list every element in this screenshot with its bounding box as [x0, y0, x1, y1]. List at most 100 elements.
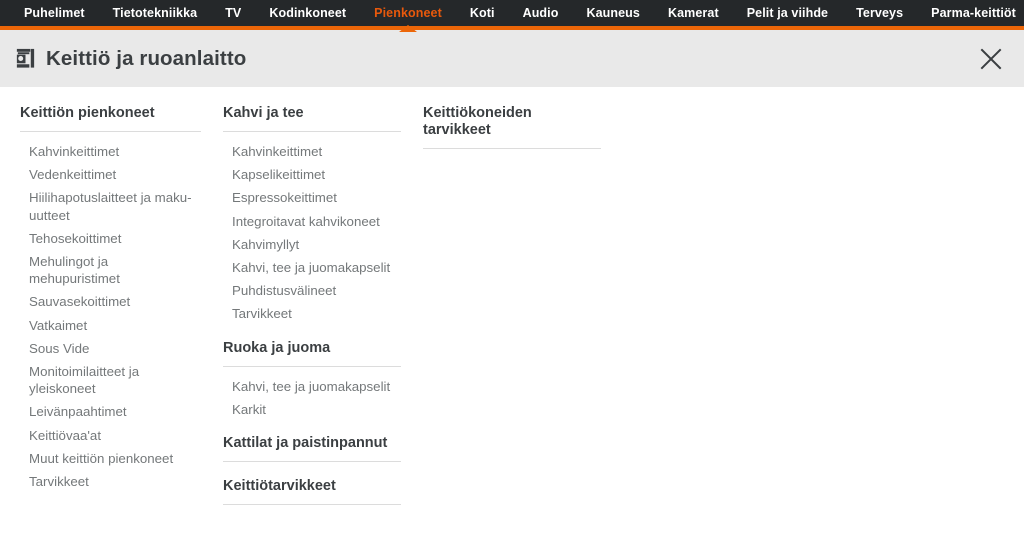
nav-item-label: Terveys — [856, 6, 904, 20]
menu-group: Kahvi ja tee Kahvinkeittimet Kapselikeitti… — [223, 105, 401, 326]
list-item: Mehulingot ja mehupuristimet — [29, 250, 201, 290]
menu-link[interactable]: Tehosekoittimet — [29, 227, 201, 250]
list-item: Monitoimilaitteet ja yleiskoneet — [29, 360, 201, 400]
menu-group-heading[interactable]: Keittiön pienkoneet — [20, 105, 201, 122]
list-item: Hiilihapotuslaitteet ja maku-uutteet — [29, 186, 201, 226]
nav-item-audio[interactable]: Audio — [509, 0, 573, 26]
nav-item-tv[interactable]: TV — [211, 0, 255, 26]
nav-item-label: Pienkoneet — [374, 6, 442, 20]
nav-item-kamerat[interactable]: Kamerat — [654, 0, 733, 26]
list-item: Keittiövaa'at — [29, 424, 201, 447]
list-item: Tarvikkeet — [29, 470, 201, 493]
nav-item-pelit-ja-viihde[interactable]: Pelit ja viihde — [733, 0, 842, 26]
top-navigation-bar: Puhelimet Tietotekniikka TV Kodinkoneet Pien… — [0, 0, 1024, 32]
menu-link[interactable]: Monitoimilaitteet ja yleiskoneet — [29, 360, 201, 400]
menu-link[interactable]: Kahvi, tee ja juomakapselit — [232, 256, 401, 279]
list-item: Karkit — [232, 398, 401, 421]
list-item: Kahvimyllyt — [232, 233, 401, 256]
menu-link[interactable]: Kahvi, tee ja juomakapselit — [232, 375, 401, 398]
menu-group-heading[interactable]: Keittiötarvikkeet — [223, 478, 401, 495]
list-item: Vedenkeittimet — [29, 163, 201, 186]
menu-link[interactable]: Kapselikeittimet — [232, 163, 401, 186]
nav-item-label: Pelit ja viihde — [746, 6, 829, 20]
menu-group-divider — [223, 131, 401, 132]
menu-link[interactable]: Tarvikkeet — [29, 470, 201, 493]
list-item: Leivänpaahtimet — [29, 400, 201, 423]
list-item: Kahvi, tee ja juomakapselit — [232, 375, 401, 398]
menu-group-divider — [223, 461, 401, 463]
menu-group-divider — [20, 131, 201, 132]
menu-link[interactable]: Tarvikkeet — [232, 302, 401, 325]
menu-link[interactable]: Mehulingot ja mehupuristimet — [29, 250, 201, 290]
menu-group-heading[interactable]: Keittiökoneiden tarvikkeet — [423, 105, 601, 139]
menu-column-3: Keittiökoneiden tarvikkeet — [415, 105, 615, 537]
close-icon — [980, 48, 1002, 69]
nav-item-label: Audio — [522, 6, 559, 20]
menu-group: Keittiötarvikkeet — [223, 478, 401, 506]
menu-link[interactable]: Vatkaimet — [29, 314, 201, 337]
menu-group-divider — [223, 365, 401, 367]
list-item: Tehosekoittimet — [29, 227, 201, 250]
menu-link[interactable]: Kahvinkeittimet — [232, 140, 401, 163]
menu-link-list: Kahvinkeittimet Kapselikeittimet Espressok… — [223, 140, 401, 326]
nav-item-tietotekniikka[interactable]: Tietotekniikka — [99, 0, 212, 26]
menu-link[interactable]: Leivänpaahtimet — [29, 400, 201, 423]
menu-link[interactable]: Muut keittiön pienkoneet — [29, 447, 201, 470]
menu-link[interactable]: Espressokeittimet — [232, 186, 401, 209]
list-item: Puhdistusvälineet — [232, 279, 401, 302]
active-nav-caret-icon — [399, 25, 418, 32]
menu-group-heading[interactable]: Kahvi ja tee — [223, 105, 401, 122]
nav-item-koti[interactable]: Koti — [456, 0, 509, 26]
menu-link-list: Kahvi, tee ja juomakapselit Karkit — [223, 375, 401, 421]
menu-group-divider — [223, 504, 401, 506]
close-button[interactable] — [974, 42, 1008, 76]
menu-group-heading[interactable]: Ruoka ja juoma — [223, 340, 401, 357]
list-item: Vatkaimet — [29, 314, 201, 337]
flyout-title-group: Keittiö ja ruoanlaitto — [14, 47, 246, 71]
nav-item-label: Tietotekniikka — [112, 6, 198, 20]
menu-link[interactable]: Sous Vide — [29, 337, 201, 360]
nav-item-terveys[interactable]: Terveys — [842, 0, 917, 26]
nav-item-parma-keittiöt[interactable]: Parma-keittiöt — [917, 0, 1024, 26]
list-item: Kapselikeittimet — [232, 163, 401, 186]
menu-column-2: Kahvi ja tee Kahvinkeittimet Kapselikeitti… — [215, 105, 415, 537]
menu-link[interactable]: Vedenkeittimet — [29, 163, 201, 186]
menu-link-list: Kahvinkeittimet Vedenkeittimet Hiilihapotu… — [20, 140, 201, 493]
menu-link[interactable]: Integroitavat kahvikoneet — [232, 210, 401, 233]
menu-group: Kattilat ja paistinpannut — [223, 435, 401, 463]
list-item: Muut keittiön pienkoneet — [29, 447, 201, 470]
menu-link[interactable]: Hiilihapotuslaitteet ja maku-uutteet — [29, 186, 201, 226]
nav-item-label: Parma-keittiöt — [931, 6, 1016, 20]
menu-group: Ruoka ja juoma Kahvi, tee ja juomakapseli… — [223, 340, 401, 421]
menu-link[interactable]: Karkit — [232, 398, 401, 421]
menu-link[interactable]: Kahvimyllyt — [232, 233, 401, 256]
menu-link[interactable]: Sauvasekoittimet — [29, 290, 201, 313]
menu-link[interactable]: Kahvinkeittimet — [29, 140, 201, 163]
nav-item-label: TV — [225, 6, 242, 20]
menu-group: Keittiökoneiden tarvikkeet — [423, 105, 601, 149]
list-item: Tarvikkeet — [232, 302, 401, 325]
menu-group-divider — [423, 148, 601, 149]
flyout-body: Keittiön pienkoneet Kahvinkeittimet Vedenk… — [0, 87, 1024, 537]
menu-group: Keittiön pienkoneet Kahvinkeittimet Vedenk… — [20, 105, 201, 493]
nav-item-label: Kamerat — [667, 6, 719, 20]
list-item: Integroitavat kahvikoneet — [232, 210, 401, 233]
page-title: Keittiö ja ruoanlaitto — [46, 46, 247, 70]
flyout-header: Keittiö ja ruoanlaitto — [0, 30, 1024, 87]
nav-item-kodinkoneet[interactable]: Kodinkoneet — [255, 0, 360, 26]
menu-group-heading[interactable]: Kattilat ja paistinpannut — [223, 435, 401, 452]
nav-item-label: Puhelimet — [24, 6, 85, 20]
nav-item-kauneus[interactable]: Kauneus — [572, 0, 654, 26]
menu-column-1: Keittiön pienkoneet Kahvinkeittimet Vedenk… — [0, 105, 215, 537]
nav-item-pienkoneet[interactable]: Pienkoneet — [360, 0, 456, 32]
list-item: Kahvinkeittimet — [29, 140, 201, 163]
menu-link[interactable]: Puhdistusvälineet — [232, 279, 401, 302]
nav-item-label: Koti — [469, 6, 495, 20]
menu-link[interactable]: Keittiövaa'at — [29, 424, 201, 447]
list-item: Sous Vide — [29, 337, 201, 360]
nav-item-puhelimet[interactable]: Puhelimet — [10, 0, 99, 26]
coffee-machine-icon — [16, 48, 35, 68]
list-item: Kahvinkeittimet — [232, 140, 401, 163]
list-item: Kahvi, tee ja juomakapselit — [232, 256, 401, 279]
nav-item-label: Kauneus — [586, 6, 640, 20]
